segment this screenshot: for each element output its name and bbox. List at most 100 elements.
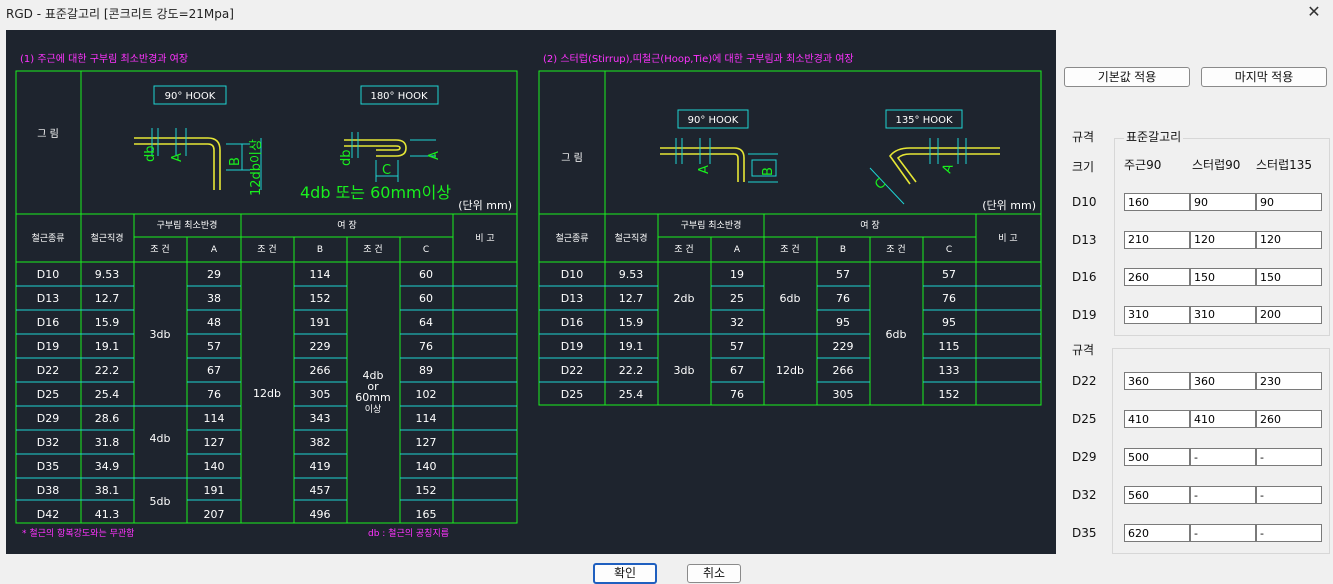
hook-length-input-v3[interactable] — [1256, 305, 1322, 324]
section2-cell-r2-c4: 95 — [942, 316, 956, 329]
hook-length-input-v1[interactable] — [1124, 486, 1190, 504]
section2-title: (2) 스터럽(Stirrup),띠철근(Hoop,Tie)에 대한 구부림과 … — [543, 52, 854, 65]
section1-cell-r9-c1: 38.1 — [95, 484, 120, 497]
hook-length-input-v2[interactable] — [1190, 193, 1256, 211]
hook-length-input-v3[interactable] — [1256, 268, 1322, 286]
section2-h-b: B — [840, 245, 846, 255]
section1-note-4db: 4db 또는 60mm이상 — [300, 183, 451, 202]
section1-h-b: B — [317, 245, 323, 255]
section2-cell-r2-c0: D16 — [561, 316, 583, 329]
section1-cell-r8-c1: 34.9 — [95, 460, 120, 473]
section2-cell-r3-c4: 115 — [939, 340, 960, 353]
section1-h-bend: 구부림 최소반경 — [157, 219, 218, 231]
apply-default-button[interactable]: 기본값 적용 — [1064, 67, 1190, 87]
section1-cell-r5-c0: D25 — [37, 388, 59, 401]
apply-last-button[interactable]: 마지막 적용 — [1201, 67, 1327, 87]
section2-cell-r5-c3: 305 — [833, 388, 854, 401]
cancel-button[interactable]: 취소 — [687, 564, 741, 583]
section1-cell-r10-c3: 496 — [310, 508, 331, 521]
section1-cell-r5-c4: 102 — [416, 388, 437, 401]
section1-cell-r3-c4: 76 — [419, 340, 433, 353]
section2-hook1-bar — [660, 147, 745, 182]
section2-hook2-label: 135° HOOK — [895, 115, 953, 126]
section1-cell-r5-c2: 76 — [207, 388, 221, 401]
section1-h-type: 철근종류 — [31, 233, 64, 244]
section2-cell-r0-c1: 9.53 — [619, 268, 644, 281]
section1-h-a: A — [211, 245, 218, 255]
section2-cell-r3-c2: 57 — [730, 340, 744, 353]
section2-cell-r0-c0: D10 — [561, 268, 583, 281]
hook-length-input-v2[interactable] — [1190, 305, 1256, 324]
section1-h-c: C — [423, 245, 429, 255]
window-title: RGD - 표준갈고리 [콘크리트 강도=21Mpa] — [6, 7, 234, 21]
section2-cell-r4-c3: 266 — [833, 364, 854, 377]
hook-length-input-v2[interactable] — [1190, 230, 1256, 249]
section2-cell-r1-c0: D13 — [561, 292, 583, 305]
hook-length-input-v3[interactable] — [1256, 410, 1322, 428]
close-icon[interactable]: ✕ — [1303, 2, 1325, 22]
hook-length-input-v2[interactable] — [1190, 524, 1256, 542]
section2-cell-r5-c0: D25 — [561, 388, 583, 401]
section2-cell-r4-c1: 22.2 — [619, 364, 644, 377]
section2-cell-r3-c0: D19 — [561, 340, 583, 353]
section2-h-type: 철근종류 — [555, 233, 588, 244]
hook-length-input-v1[interactable] — [1124, 305, 1190, 324]
spec-label-2: 규격 — [1072, 343, 1095, 357]
hook-length-input-v2[interactable] — [1190, 410, 1256, 428]
hook-length-input-v3[interactable] — [1256, 372, 1322, 390]
section1-cell-r1-c1: 12.7 — [95, 292, 120, 305]
section1-cell-r0-c0: D10 — [37, 268, 59, 281]
section1-cell-r5-c1: 25.4 — [95, 388, 120, 401]
section1-footnote1: * 철근의 항복강도와는 무관함 — [22, 527, 134, 539]
section1-cell-r9-c0: D38 — [37, 484, 59, 497]
section2-cell-r0-c4: 57 — [942, 268, 956, 281]
section2-hook2-c: C — [872, 176, 889, 193]
hook-length-input-v1[interactable] — [1124, 268, 1190, 286]
hook-length-input-v2[interactable] — [1190, 372, 1256, 390]
section2-h-cond2: 조 건 — [780, 244, 799, 255]
hook-length-input-v2[interactable] — [1190, 268, 1256, 286]
section1-cell-r9-c4: 152 — [416, 484, 437, 497]
section2-h-cond3: 조 건 — [886, 244, 905, 255]
section2-cell-r4-c2: 67 — [730, 364, 744, 377]
section1-cell-r8-c3: 419 — [310, 460, 331, 473]
hook-length-input-v3[interactable] — [1256, 448, 1322, 466]
hook-length-input-v1[interactable] — [1124, 230, 1190, 249]
section2-cond-c: 6db — [886, 328, 907, 341]
section1-dim-db: db — [143, 145, 158, 162]
hook-length-input-v2[interactable] — [1190, 486, 1256, 504]
section1-cell-r3-c2: 57 — [207, 340, 221, 353]
hook-length-input-v3[interactable] — [1256, 193, 1322, 211]
hook-length-input-v1[interactable] — [1124, 193, 1190, 211]
section2-cell-r1-c3: 76 — [836, 292, 850, 305]
section1-footnote2: db : 철근의 공칭지름 — [368, 528, 449, 539]
section1-cell-r4-c3: 266 — [310, 364, 331, 377]
section2-h-c: C — [946, 245, 952, 255]
section1-cell-r8-c0: D35 — [37, 460, 59, 473]
hook-length-input-v1[interactable] — [1124, 410, 1190, 428]
section2-cell-r5-c4: 152 — [939, 388, 960, 401]
hook-length-input-v3[interactable] — [1256, 524, 1322, 542]
col-main90: 주근90 — [1124, 158, 1162, 172]
section1-cell-r3-c1: 19.1 — [95, 340, 120, 353]
ok-button[interactable]: 확인 — [593, 563, 657, 584]
section1-cell-r6-c4: 114 — [416, 412, 437, 425]
section2-h-a: A — [734, 245, 741, 255]
hook-length-input-v2[interactable] — [1190, 448, 1256, 466]
section2-cell-r1-c2: 25 — [730, 292, 744, 305]
hook-length-input-v1[interactable] — [1124, 372, 1190, 390]
standard-hook-title: 표준갈고리 — [1124, 128, 1184, 145]
hook-length-input-v3[interactable] — [1256, 230, 1322, 249]
section1-cell-r0-c4: 60 — [419, 268, 433, 281]
section1-hook2-label: 180° HOOK — [370, 91, 428, 102]
spec-row-label: D13 — [1072, 232, 1097, 247]
hook-length-input-v1[interactable] — [1124, 524, 1190, 542]
section1-cell-r2-c3: 191 — [310, 316, 331, 329]
spec-row-label: D19 — [1072, 307, 1097, 322]
section1-cond-c3: 60mm — [355, 391, 390, 404]
spec-row-label: D25 — [1072, 412, 1097, 426]
hook-length-input-v1[interactable] — [1124, 448, 1190, 466]
section1-dim-12db: 12db이상 — [249, 139, 264, 196]
section1-cell-r5-c3: 305 — [310, 388, 331, 401]
hook-length-input-v3[interactable] — [1256, 486, 1322, 504]
